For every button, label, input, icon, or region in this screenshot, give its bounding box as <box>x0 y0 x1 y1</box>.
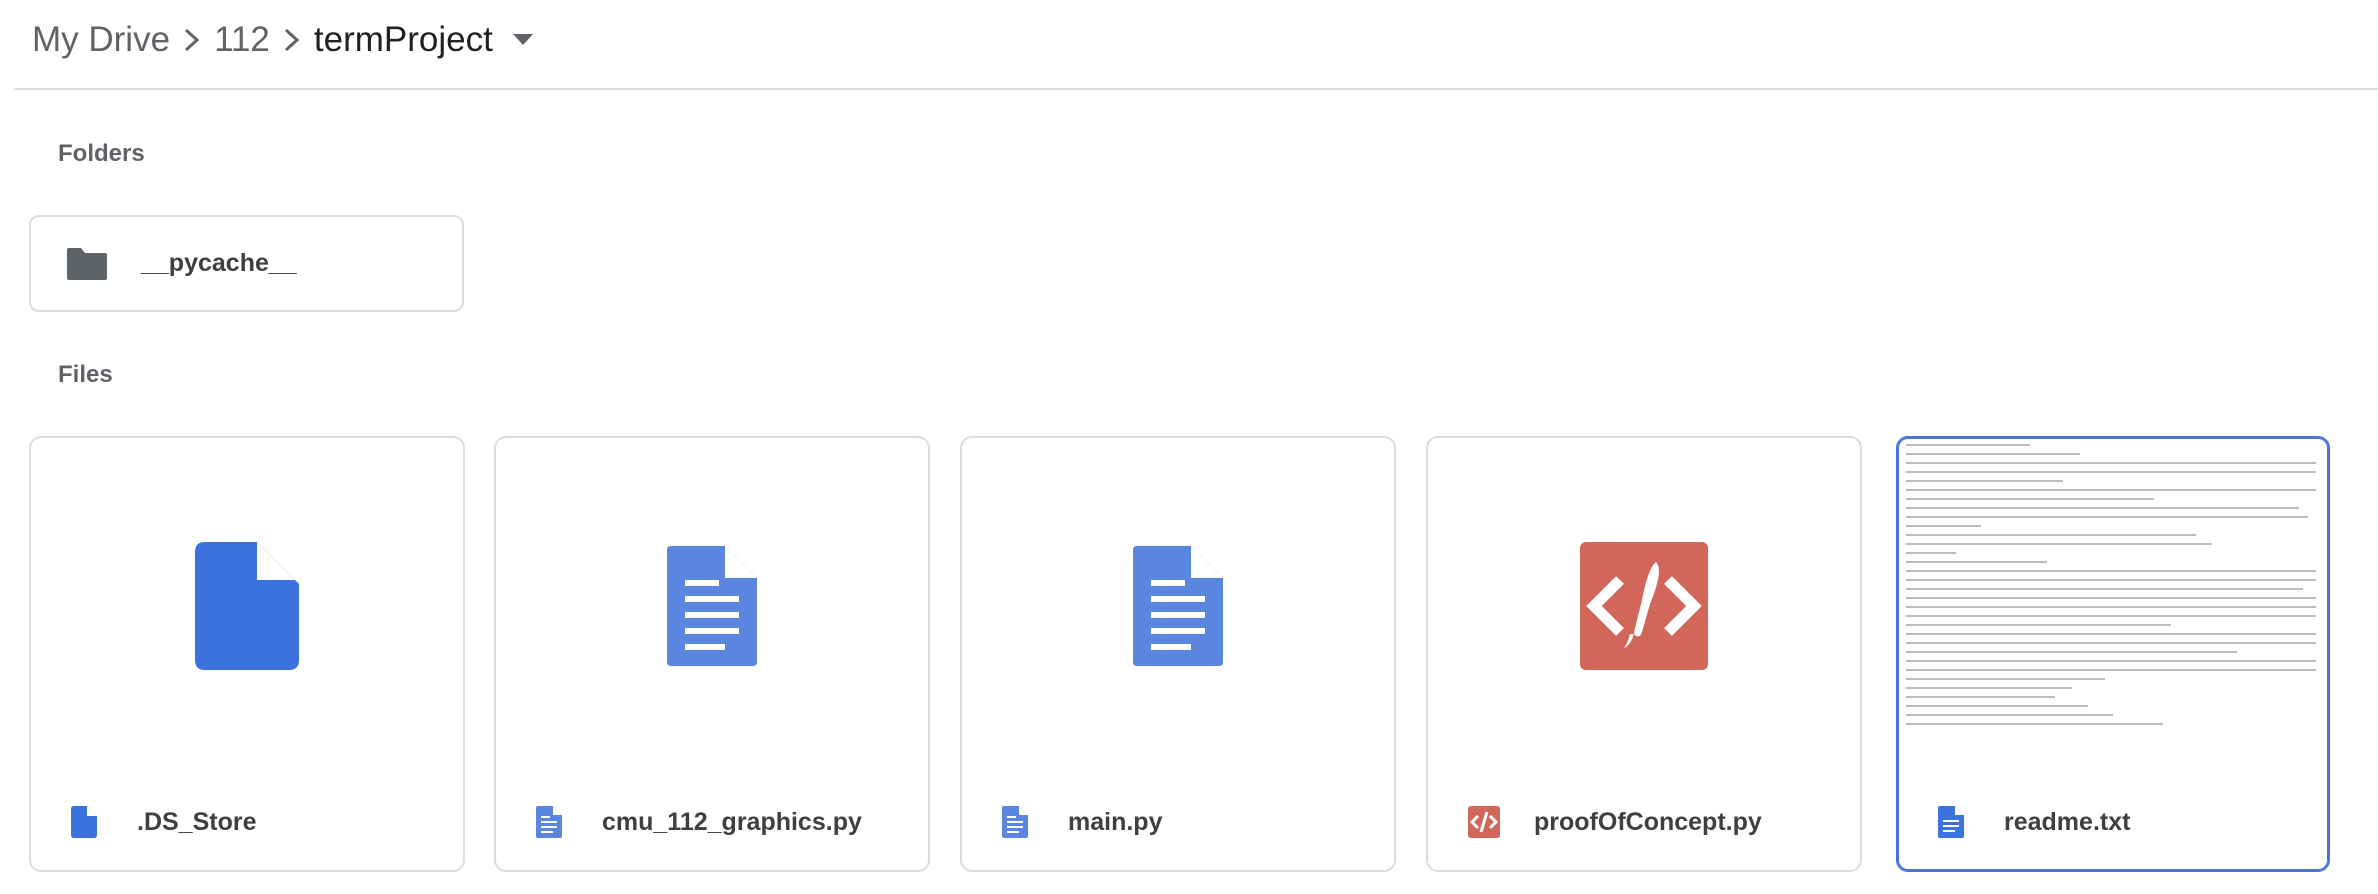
header-divider <box>14 88 2378 90</box>
file-card-readme[interactable]: readme.txt <box>1896 436 2330 872</box>
breadcrumb: My Drive 112 termProject <box>32 12 537 68</box>
document-icon <box>1938 806 1968 838</box>
file-icon <box>195 541 299 675</box>
document-icon <box>1133 545 1223 671</box>
file-icon <box>71 806 101 838</box>
file-card-proof-of-concept[interactable]: proofOfConcept.py <box>1426 436 1862 872</box>
folders-section-label: Folders <box>58 140 145 167</box>
breadcrumb-112[interactable]: 112 <box>214 16 270 64</box>
file-name: readme.txt <box>2004 807 2131 836</box>
caret-down-icon[interactable] <box>509 26 537 54</box>
file-name: .DS_Store <box>137 807 257 836</box>
breadcrumb-current-folder[interactable]: termProject <box>314 16 493 64</box>
file-thumbnail <box>1428 438 1860 778</box>
breadcrumb-my-drive[interactable]: My Drive <box>32 16 170 64</box>
file-thumbnail <box>962 438 1394 778</box>
code-icon <box>1580 541 1708 675</box>
files-section-label: Files <box>58 361 113 388</box>
code-icon <box>1468 806 1500 838</box>
folder-icon <box>65 246 109 282</box>
file-name: proofOfConcept.py <box>1534 807 1762 836</box>
file-card-cmu-112-graphics[interactable]: cmu_112_graphics.py <box>494 436 930 872</box>
drive-page: My Drive 112 termProject Folders __pycac… <box>0 0 2378 894</box>
folder-card[interactable]: __pycache__ <box>29 215 464 312</box>
chevron-right-icon <box>270 20 314 60</box>
file-card-ds-store[interactable]: .DS_Store <box>29 436 465 872</box>
folder-name: __pycache__ <box>141 249 297 277</box>
text-preview-thumbnail <box>1906 444 2320 774</box>
file-thumbnail <box>31 438 463 778</box>
document-icon <box>667 545 757 671</box>
document-icon <box>1002 806 1032 838</box>
file-name: main.py <box>1068 807 1163 836</box>
chevron-right-icon <box>170 20 214 60</box>
file-name: cmu_112_graphics.py <box>602 807 862 836</box>
file-card-main-py[interactable]: main.py <box>960 436 1396 872</box>
document-icon <box>536 806 566 838</box>
file-thumbnail <box>496 438 928 778</box>
